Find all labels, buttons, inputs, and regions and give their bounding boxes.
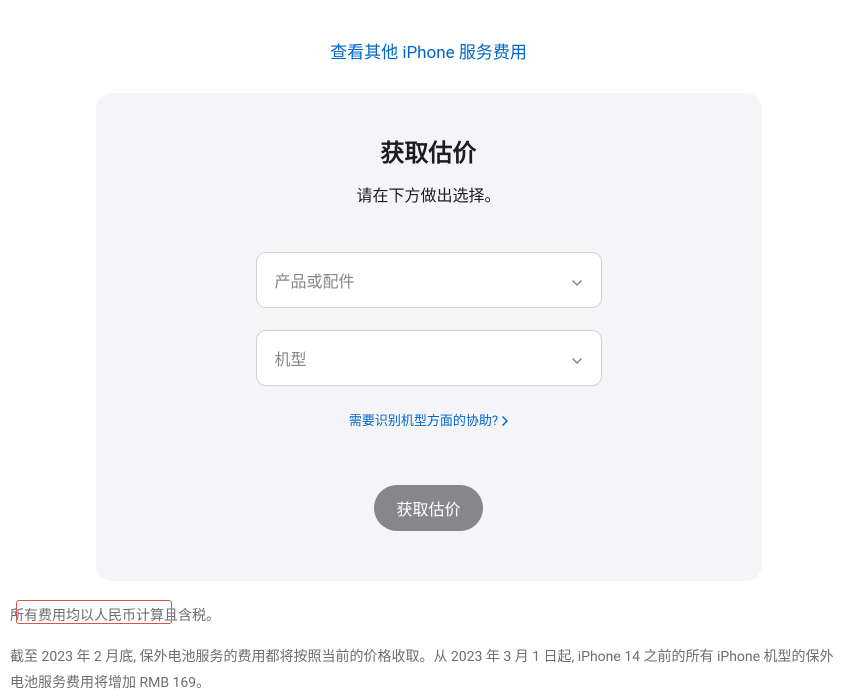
card-title: 获取估价 [146,133,712,168]
card-subtitle: 请在下方做出选择。 [146,182,712,206]
chevron-down-icon [571,352,583,364]
get-estimate-button[interactable]: 获取估价 [374,485,482,531]
identify-model-help-link[interactable]: 需要识别机型方面的协助? [349,410,508,429]
chevron-right-icon [502,415,508,425]
product-select-placeholder: 产品或配件 [275,268,355,292]
select-row-model: 机型 [146,330,712,386]
footer-line-2: 截至 2023 年 2 月底, 保外电池服务的费用都将按照当前的价格收取。从 2… [10,644,847,697]
help-link-label: 需要识别机型方面的协助? [349,410,498,429]
product-select[interactable]: 产品或配件 [256,252,602,308]
estimate-card: 获取估价 请在下方做出选择。 产品或配件 机型 需要识别机型方面的协助? 获取估… [96,93,762,581]
top-link-row: 查看其他 iPhone 服务费用 [0,0,857,93]
chevron-down-icon [571,274,583,286]
model-select-placeholder: 机型 [275,346,307,370]
other-services-link[interactable]: 查看其他 iPhone 服务费用 [330,43,527,63]
model-select[interactable]: 机型 [256,330,602,386]
footer-notes: 所有费用均以人民币计算且含税。 截至 2023 年 2 月底, 保外电池服务的费… [0,581,857,697]
select-row-product: 产品或配件 [146,252,712,308]
footer-line-1: 所有费用均以人民币计算且含税。 [10,603,847,630]
submit-row: 获取估价 [146,485,712,531]
